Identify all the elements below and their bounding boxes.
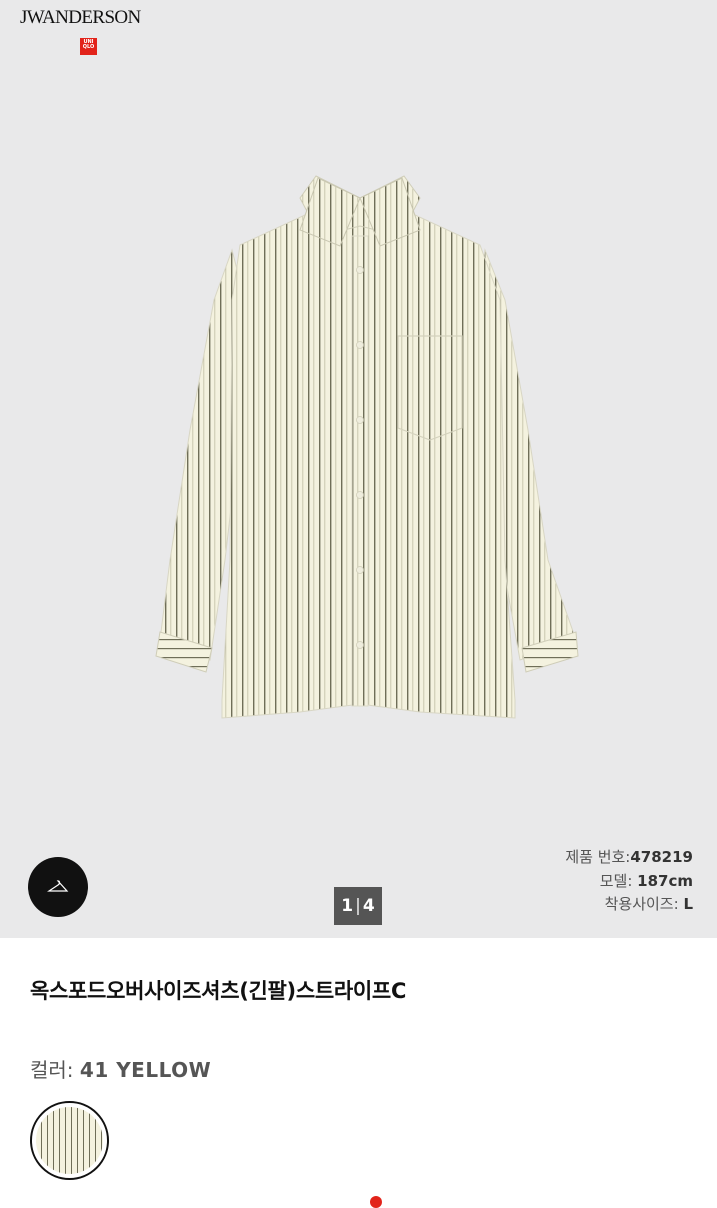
spec-model-label: 모델: <box>599 871 633 890</box>
spec-size-label: 착용사이즈: <box>604 895 679 913</box>
notification-dot <box>370 1196 382 1208</box>
pager-separator: | <box>355 896 361 916</box>
spec-product-no-value: 478219 <box>630 848 693 866</box>
color-value: 41 YELLOW <box>79 1058 212 1082</box>
product-specs: 제품 번호:478219 모델: 187cm 착용사이즈: L <box>565 846 693 917</box>
spec-product-no: 제품 번호:478219 <box>565 846 693 870</box>
spec-model-value: 187cm <box>637 871 693 890</box>
product-image-gallery[interactable]: JWANDERSON UNI QLO 1 | 4 제품 번호:478219 모델… <box>0 0 717 938</box>
spec-product-no-label: 제품 번호: <box>565 848 631 866</box>
pager-total: 4 <box>362 896 375 916</box>
hanger-icon-button[interactable] <box>28 857 88 917</box>
spec-size-value: L <box>683 895 693 913</box>
stripe-swatch-icon <box>36 1107 103 1174</box>
product-image-shirt <box>155 175 579 719</box>
hanger-icon <box>47 880 69 892</box>
product-title: 옥스포드오버사이즈셔츠(긴팔)스트라이프C <box>30 979 407 1003</box>
spec-size: 착용사이즈: L <box>565 893 693 917</box>
color-selection: 컬러: 41 YELLOW <box>30 1054 211 1083</box>
pager-current: 1 <box>341 896 354 916</box>
color-label: 컬러: <box>30 1058 74 1082</box>
spec-model: 모델: 187cm <box>565 870 693 894</box>
gallery-pager: 1 | 4 <box>334 887 382 925</box>
color-swatch-selected[interactable] <box>30 1101 109 1180</box>
